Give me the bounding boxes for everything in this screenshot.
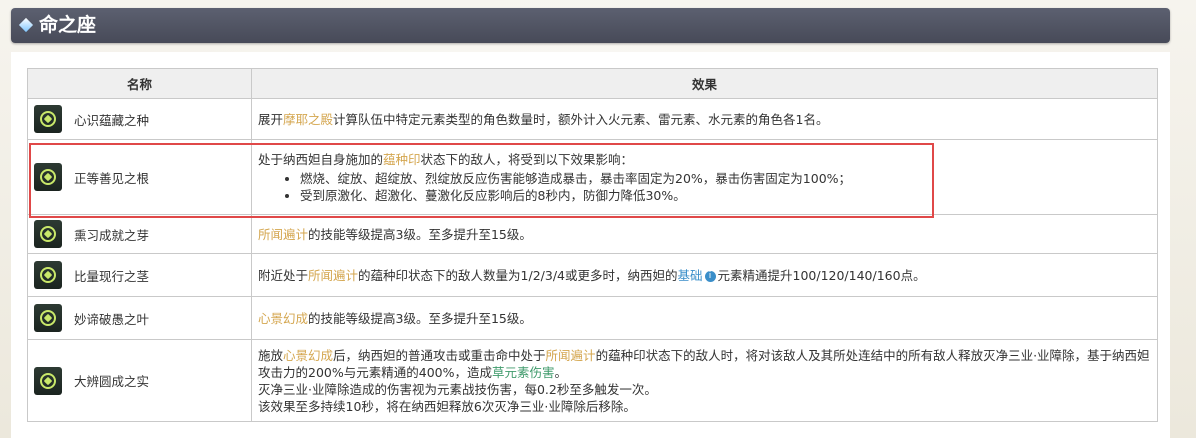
constellation-icon <box>34 261 62 289</box>
constellation-effect: 心景幻成的技能等级提高3级。至多提升至15级。 <box>251 296 1158 340</box>
section-header: 命之座 <box>11 8 1170 43</box>
effect-text: 后，纳西妲的普通攻击或重击命中处于 <box>333 347 546 363</box>
skill-link[interactable]: 所闻遍计 <box>546 348 596 363</box>
effect-text: 处于纳西妲自身施加的 <box>258 151 384 167</box>
effect-text: 施放 <box>258 347 284 363</box>
effect-text: 。 <box>554 364 568 380</box>
table-row: 心识蕴藏之种 展开摩耶之殿计算队伍中特定元素类型的角色数量时，额外计入火元素、雷… <box>27 98 1158 140</box>
constellation-icon <box>34 304 62 332</box>
constellation-name-cell: 心识蕴藏之种 <box>27 98 252 140</box>
effect-text: 状态下的敌人，将受到以下效果影响： <box>420 151 634 167</box>
table-row: 正等善见之根 处于纳西妲自身施加的蕴种印状态下的敌人，将受到以下效果影响： 燃烧… <box>27 139 1158 215</box>
effect-text: 的技能等级提高3级。至多提升至15级。 <box>308 310 532 326</box>
constellation-effect: 施放心景幻成后，纳西妲的普通攻击或重击命中处于所闻遍计的蕴种印状态下的敌人时，将… <box>251 339 1158 422</box>
effect-text: 附近处于 <box>258 267 309 283</box>
table-row: 熏习成就之芽 所闻遍计的技能等级提高3级。至多提升至15级。 <box>27 214 1158 254</box>
skill-link[interactable]: 所闻遍计 <box>258 227 308 242</box>
effect-bullet: 受到原激化、超激化、蔓激化反应影响后的8秒内，防御力降低30%。 <box>300 187 1151 204</box>
base-stat-link[interactable]: 基础 <box>677 268 702 283</box>
skill-link[interactable]: 摩耶之殿 <box>283 112 333 127</box>
skill-link[interactable]: 心景幻成 <box>283 348 333 363</box>
constellation-effect: 所闻遍计的技能等级提高3级。至多提升至15级。 <box>251 214 1158 254</box>
column-header-effect: 效果 <box>251 68 1158 99</box>
effect-text: 展开 <box>258 111 284 127</box>
constellation-icon <box>34 366 62 395</box>
constellation-effect: 处于纳西妲自身施加的蕴种印状态下的敌人，将受到以下效果影响： 燃烧、绽放、超绽放… <box>251 139 1158 215</box>
constellation-name: 正等善见之根 <box>74 170 150 186</box>
column-header-name: 名称 <box>27 68 252 99</box>
table-row: 比量现行之茎 附近处于所闻遍计的蕴种印状态下的敌人数量为1/2/3/4或更多时，… <box>27 253 1158 297</box>
constellation-name: 比量现行之茎 <box>74 268 150 284</box>
constellation-effect: 附近处于所闻遍计的蕴种印状态下的敌人数量为1/2/3/4或更多时，纳西妲的基础 i… <box>251 253 1158 297</box>
constellation-name-cell: 妙谛破愚之叶 <box>27 296 252 340</box>
table-row: 大辨圆成之实 施放心景幻成后，纳西妲的普通攻击或重击命中处于所闻遍计的蕴种印状态… <box>27 339 1158 422</box>
diamond-icon <box>18 17 34 33</box>
constellation-name: 妙谛破愚之叶 <box>74 311 150 327</box>
constellation-icon <box>34 163 62 191</box>
section-title: 命之座 <box>39 14 97 36</box>
constellation-name-cell: 比量现行之茎 <box>27 253 252 297</box>
effect-bullet: 燃烧、绽放、超绽放、烈绽放反应伤害能够造成暴击，暴击率固定为20%，暴击伤害固定… <box>300 170 1151 187</box>
info-icon[interactable]: i <box>704 270 716 282</box>
constellation-name: 心识蕴藏之种 <box>74 112 150 128</box>
status-link[interactable]: 蕴种印 <box>383 152 421 167</box>
effect-text: 元素精通提升100/120/140/160点。 <box>717 267 926 283</box>
constellation-name-cell: 熏习成就之芽 <box>27 214 252 254</box>
effect-line: 灭净三业·业障除造成的伤害视为元素战技伤害，每0.2秒至多触发一次。 <box>258 381 657 397</box>
constellation-name-cell: 正等善见之根 <box>27 139 252 215</box>
constellation-name: 熏习成就之芽 <box>74 227 150 243</box>
effect-bullet-list: 燃烧、绽放、超绽放、烈绽放反应伤害能够造成暴击，暴击率固定为20%，暴击伤害固定… <box>258 170 1151 204</box>
table-row: 妙谛破愚之叶 心景幻成的技能等级提高3级。至多提升至15级。 <box>27 296 1158 340</box>
effect-line: 该效果至多持续10秒，将在纳西妲释放6次灭净三业·业障除后移除。 <box>258 398 636 414</box>
constellation-icon <box>34 105 62 133</box>
constellation-name-cell: 大辨圆成之实 <box>27 339 252 422</box>
skill-link[interactable]: 心景幻成 <box>258 311 308 326</box>
skill-link[interactable]: 所闻遍计 <box>308 268 358 283</box>
constellation-name: 大辨圆成之实 <box>74 374 150 389</box>
constellation-effect: 展开摩耶之殿计算队伍中特定元素类型的角色数量时，额外计入火元素、雷元素、水元素的… <box>251 98 1158 140</box>
content-panel: 名称 效果 心识蕴藏之种 展开摩耶之殿计算队伍中特定元素类型的角色数量时，额外计… <box>11 52 1170 438</box>
effect-text: 的蕴种印状态下的敌人数量为1/2/3/4或更多时，纳西妲的 <box>358 267 678 283</box>
effect-text: 计算队伍中特定元素类型的角色数量时，额外计入火元素、雷元素、水元素的角色各1名。 <box>333 111 829 127</box>
dendro-damage-link[interactable]: 草元素伤害 <box>492 365 555 380</box>
constellation-icon <box>34 220 62 248</box>
constellation-table: 名称 效果 心识蕴藏之种 展开摩耶之殿计算队伍中特定元素类型的角色数量时，额外计… <box>27 68 1158 422</box>
table-header-row: 名称 效果 <box>27 68 1158 99</box>
effect-text: 的技能等级提高3级。至多提升至15级。 <box>308 226 532 242</box>
